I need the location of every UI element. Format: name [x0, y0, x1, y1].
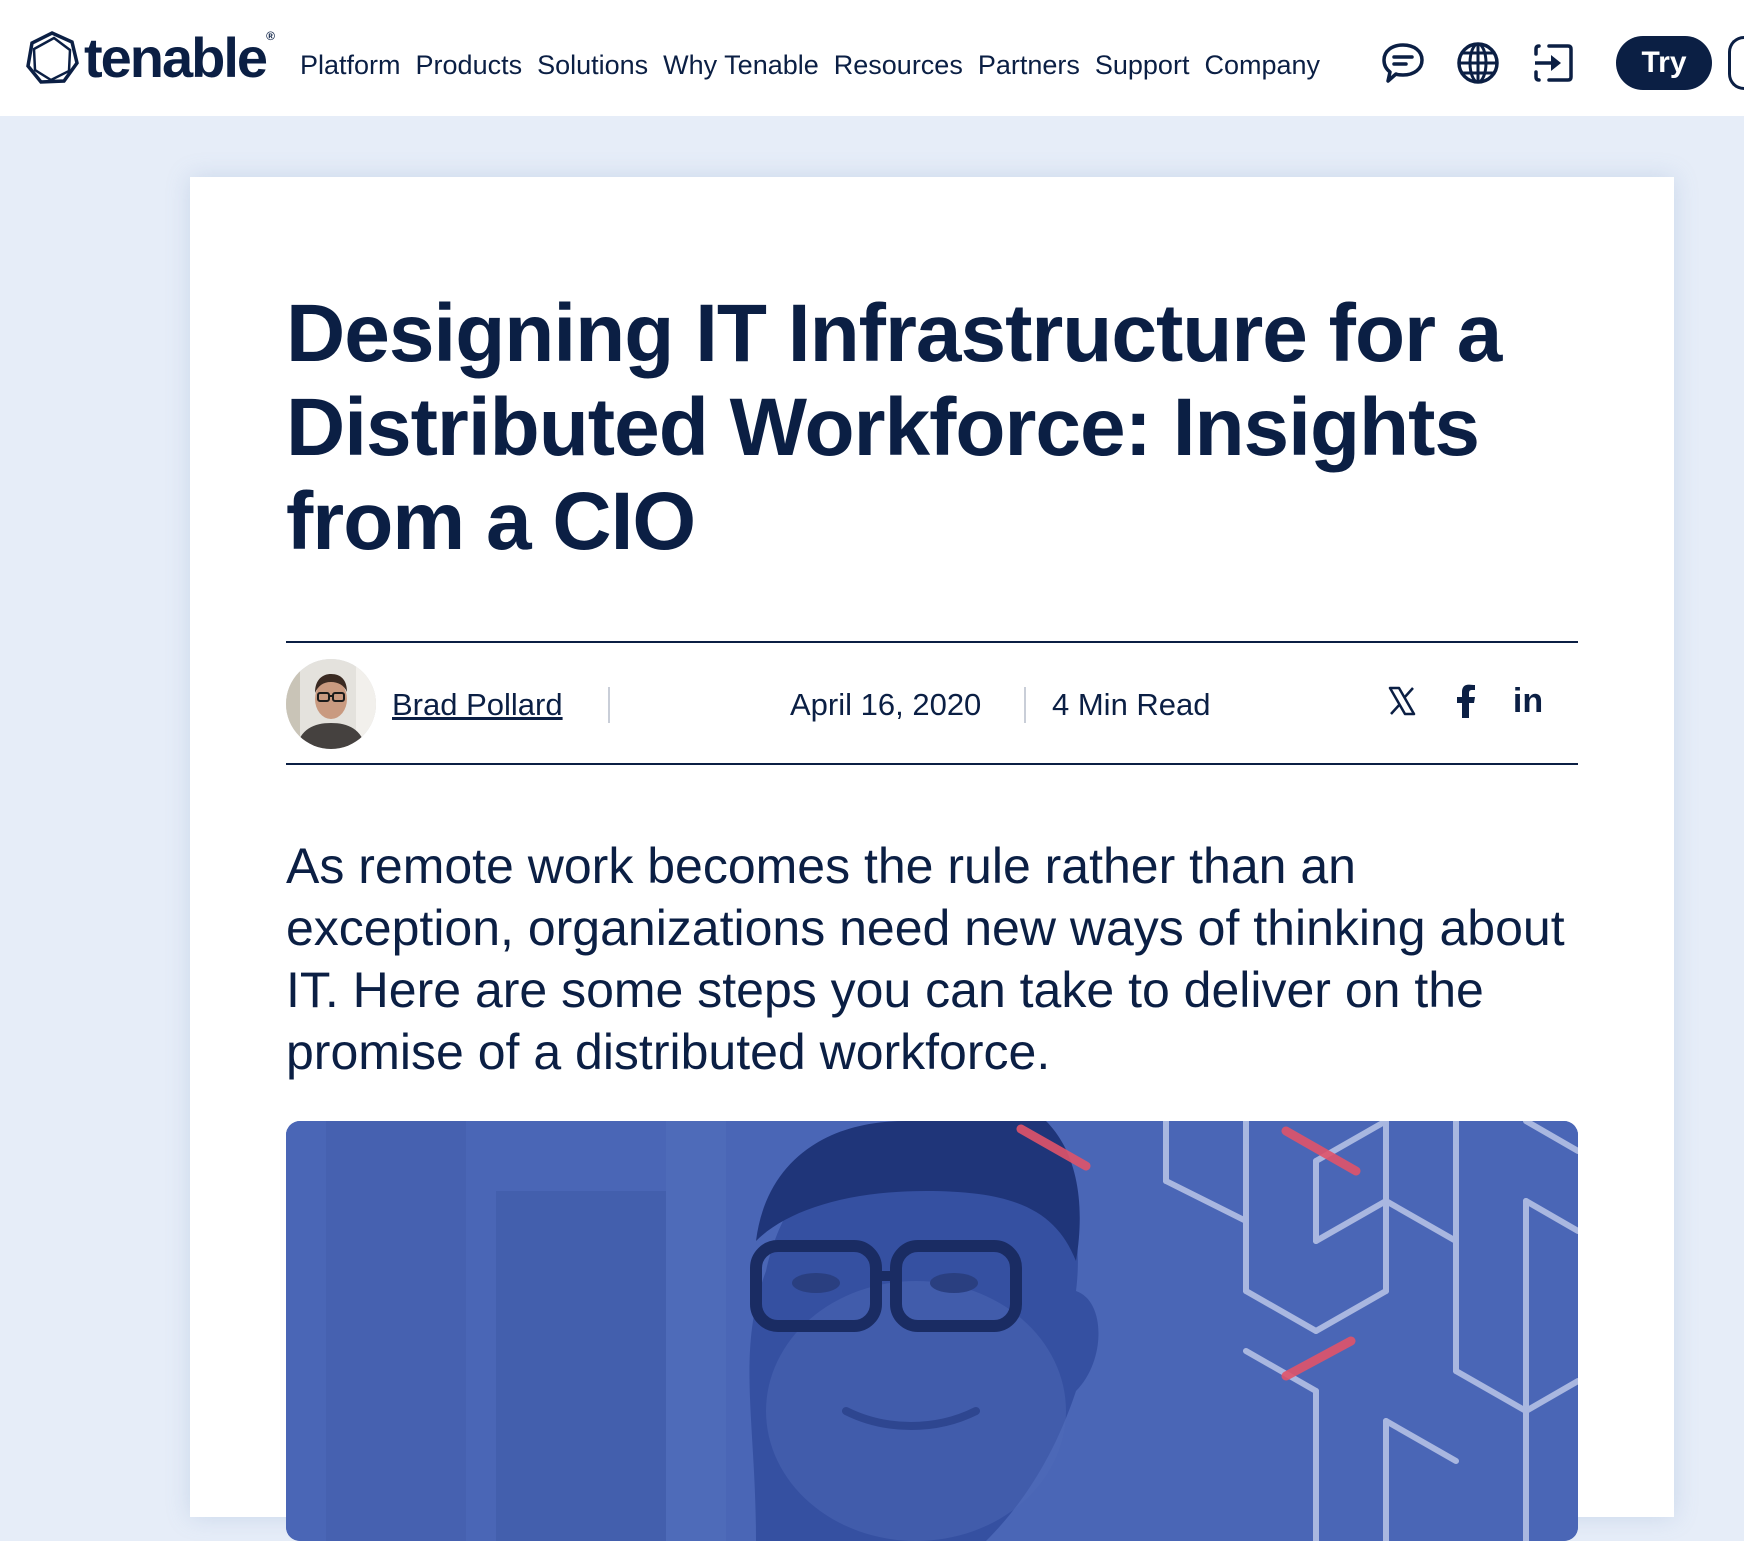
- main-nav: Platform Products Solutions Why Tenable …: [300, 50, 1335, 81]
- nav-solutions[interactable]: Solutions: [537, 50, 648, 81]
- article-card: Designing IT Infrastructure for a Distri…: [190, 177, 1674, 1541]
- partial-nav-button[interactable]: [1728, 36, 1744, 90]
- hero-image: [286, 1121, 1578, 1541]
- try-button[interactable]: Try: [1616, 36, 1712, 90]
- author-avatar[interactable]: [286, 659, 376, 749]
- nav-platform[interactable]: Platform: [300, 50, 401, 81]
- nav-products[interactable]: Products: [416, 50, 523, 81]
- logo-wordmark: tenable®: [84, 26, 275, 89]
- nav-partners[interactable]: Partners: [978, 50, 1080, 81]
- meta-divider: [1024, 687, 1026, 723]
- chat-icon[interactable]: [1379, 39, 1427, 87]
- login-icon[interactable]: [1529, 39, 1577, 87]
- read-time: 4 Min Read: [1052, 687, 1211, 722]
- facebook-icon[interactable]: [1446, 681, 1486, 721]
- nav-support[interactable]: Support: [1095, 50, 1190, 81]
- globe-icon[interactable]: [1454, 39, 1502, 87]
- tenable-logo[interactable]: tenable®: [24, 26, 275, 89]
- x-icon[interactable]: [1382, 681, 1422, 721]
- tenable-logo-icon: [26, 31, 79, 84]
- nav-why-tenable[interactable]: Why Tenable: [663, 50, 819, 81]
- nav-company[interactable]: Company: [1204, 50, 1320, 81]
- article-meta-bar: Brad Pollard April 16, 2020 4 Min Read i…: [286, 641, 1578, 765]
- article-lead: As remote work becomes the rule rather t…: [286, 838, 1565, 1080]
- linkedin-icon[interactable]: in: [1508, 681, 1548, 721]
- author-link[interactable]: Brad Pollard: [392, 687, 563, 723]
- nav-actions: Try: [1379, 36, 1744, 90]
- nav-resources[interactable]: Resources: [834, 50, 963, 81]
- top-navigation: tenable® Platform Products Solutions Why…: [0, 0, 1744, 116]
- article-title: Designing IT Infrastructure for a Distri…: [286, 288, 1502, 567]
- publish-date: April 16, 2020: [790, 687, 982, 722]
- meta-divider: [608, 687, 610, 723]
